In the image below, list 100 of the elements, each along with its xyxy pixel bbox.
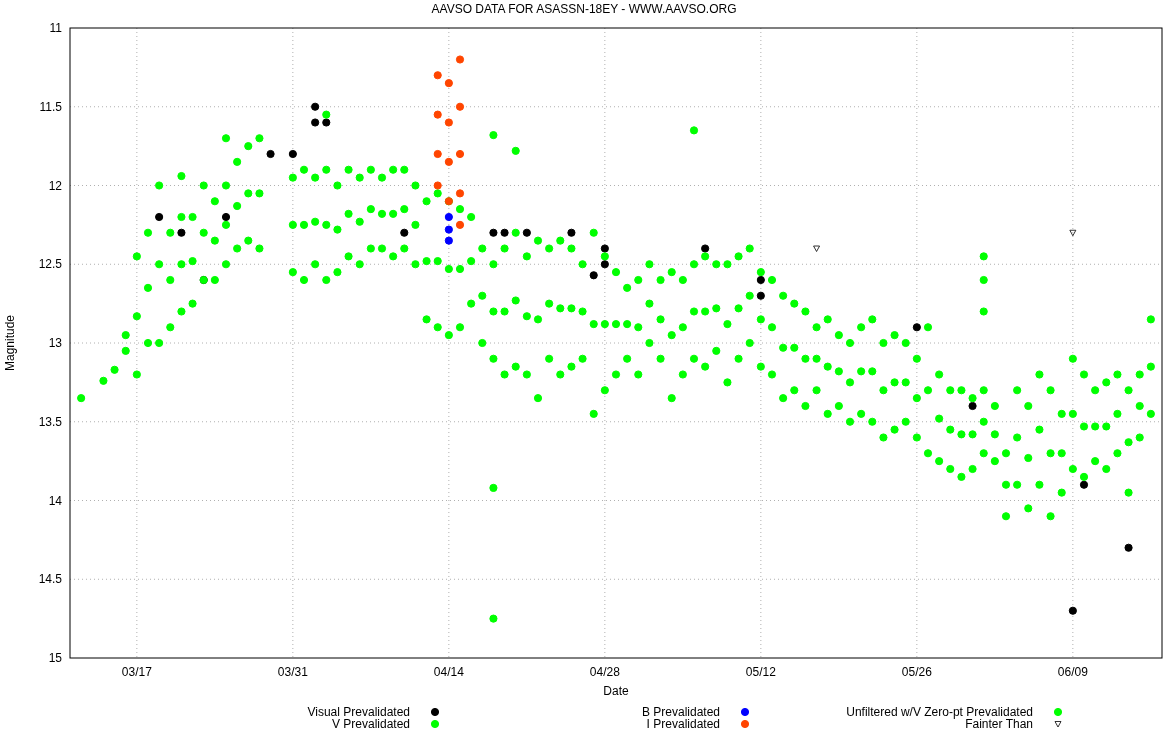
data-point [244, 189, 253, 198]
data-point [723, 378, 732, 387]
data-point [344, 165, 353, 174]
data-point [790, 386, 799, 395]
data-point [366, 205, 375, 214]
data-point [533, 315, 543, 324]
data-point [433, 257, 442, 266]
data-point [801, 401, 810, 411]
data-point [812, 354, 821, 363]
chart-title: AAVSO DATA FOR ASASSN-18EY - WWW.AAVSO.ORG [431, 2, 737, 16]
data-point [756, 268, 765, 277]
data-point [1124, 386, 1133, 395]
data-point [455, 189, 465, 198]
data-point [444, 331, 453, 340]
data-point [1102, 464, 1111, 474]
data-point [912, 323, 921, 332]
data-point [1024, 504, 1033, 513]
data-point [188, 257, 197, 266]
data-point [756, 362, 765, 371]
data-point [177, 260, 186, 269]
data-point [299, 220, 309, 229]
data-point [957, 472, 966, 481]
legend-label: V Prevalidated [331, 717, 410, 731]
data-point [166, 228, 175, 237]
data-point [533, 236, 543, 245]
data-point [433, 149, 442, 159]
data-point [400, 244, 409, 253]
data-point [522, 228, 531, 237]
data-point [756, 291, 765, 300]
data-point [979, 417, 988, 426]
data-point [935, 414, 944, 423]
data-point [545, 299, 554, 308]
data-point [979, 307, 988, 316]
data-point [678, 275, 687, 285]
y-tick-label: 14.5 [38, 572, 62, 587]
data-point [1057, 449, 1066, 458]
x-tick-label: 03/31 [277, 665, 308, 679]
data-point [177, 212, 186, 222]
data-point [444, 212, 453, 222]
data-point [734, 252, 743, 261]
data-point [188, 212, 197, 222]
legend-label: Visual Prevalidated [307, 705, 410, 719]
triangle-marker [1069, 229, 1077, 237]
data-point [578, 307, 587, 316]
data-point [500, 307, 509, 316]
data-point [979, 386, 988, 395]
data-point [1001, 512, 1011, 521]
data-point [801, 307, 810, 316]
data-point [667, 331, 676, 340]
data-point [1124, 438, 1133, 447]
data-point [221, 260, 231, 269]
data-point [701, 362, 710, 371]
data-point [366, 244, 375, 253]
data-point [233, 244, 242, 253]
data-point [355, 217, 364, 226]
triangle-marker [813, 245, 820, 252]
data-point [1013, 386, 1022, 395]
data-point [645, 299, 654, 308]
data-point [1135, 433, 1144, 442]
data-point [567, 244, 576, 253]
data-point [467, 212, 476, 222]
data-point [132, 312, 141, 321]
data-point [433, 71, 442, 80]
data-point [567, 304, 576, 313]
data-point [221, 220, 231, 229]
x-tick-label: 05/12 [745, 665, 776, 679]
data-point [233, 157, 242, 166]
data-point [1079, 472, 1089, 481]
data-point [1046, 512, 1055, 521]
data-point [77, 394, 86, 403]
data-point [389, 252, 398, 261]
data-point [1124, 543, 1133, 552]
data-point [745, 291, 754, 300]
data-point [355, 173, 364, 182]
data-point [600, 244, 609, 253]
data-point [489, 228, 498, 237]
data-point [522, 312, 531, 321]
data-point [333, 181, 342, 190]
data-point [333, 225, 342, 234]
data-point [990, 457, 999, 466]
data-point [767, 370, 777, 379]
data-point [979, 275, 988, 285]
data-point [868, 315, 877, 324]
data-point [311, 102, 320, 111]
data-point [901, 417, 910, 426]
data-point [890, 425, 899, 434]
data-point [433, 323, 442, 332]
data-point [299, 165, 309, 174]
data-point [556, 236, 565, 245]
data-point [389, 165, 398, 174]
data-point [634, 370, 643, 379]
data-point [689, 307, 699, 316]
data-point [455, 102, 465, 111]
data-point [1046, 449, 1055, 458]
data-point [645, 338, 654, 348]
data-point [467, 257, 476, 266]
data-point [946, 425, 955, 434]
data-point [634, 323, 643, 332]
data-point [678, 323, 687, 332]
data-point [155, 338, 164, 348]
